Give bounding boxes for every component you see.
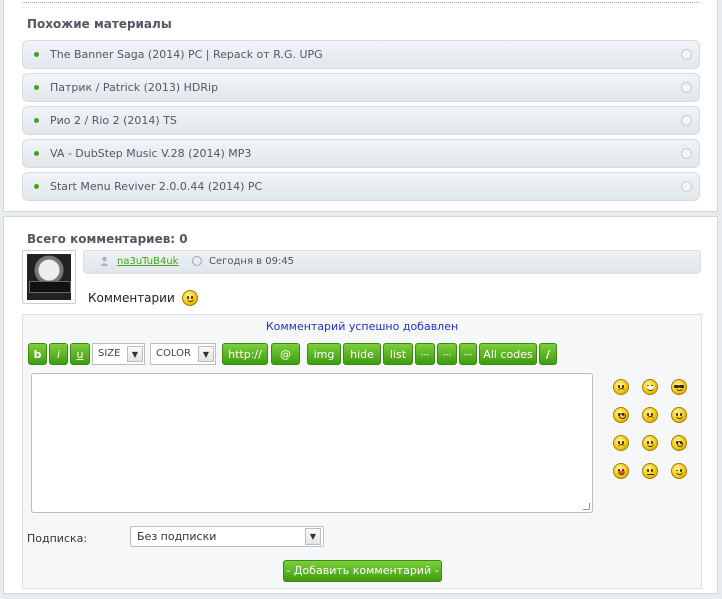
smile-smiley-icon[interactable]	[671, 407, 687, 423]
divider	[22, 2, 699, 3]
color-select-value: COLOR	[156, 348, 191, 359]
similar-item-link[interactable]: Start Menu Reviver 2.0.0.44 (2014) PC	[50, 180, 262, 193]
cry-smiley-icon[interactable]	[642, 407, 658, 423]
subscription-select-value: Без подписки	[137, 530, 217, 543]
img-button[interactable]: img	[307, 343, 341, 365]
bullet-icon	[34, 85, 39, 90]
chevron-down-icon: ▼	[127, 346, 143, 362]
sad-smiley-icon[interactable]	[613, 435, 629, 451]
similar-item[interactable]: Start Menu Reviver 2.0.0.44 (2014) PC	[22, 172, 700, 201]
underline-button[interactable]: u	[70, 343, 90, 365]
http-button[interactable]: http://	[222, 343, 268, 365]
similar-item[interactable]: The Banner Saga (2014) PC | Repack от R.…	[22, 40, 700, 69]
bullet-icon	[34, 151, 39, 156]
cool-smiley-icon[interactable]	[671, 379, 687, 395]
subscription-label: Подписка:	[27, 532, 88, 545]
email-button[interactable]: @	[271, 343, 300, 365]
wink-smiley-icon[interactable]	[671, 463, 687, 479]
similar-item-link[interactable]: Патрик / Patrick (2013) HDRip	[50, 81, 218, 94]
clock-icon	[192, 256, 202, 266]
circle-icon	[681, 148, 692, 159]
italic-button[interactable]: i	[49, 343, 68, 365]
bullet-icon	[34, 184, 39, 189]
similar-item-link[interactable]: Рио 2 / Rio 2 (2014) TS	[50, 114, 177, 127]
success-message: Комментарий успешно добавлен	[265, 320, 459, 333]
user-icon	[100, 256, 109, 266]
similar-title: Похожие материалы	[27, 17, 172, 31]
all-codes-button[interactable]: All codes	[479, 343, 537, 365]
avatar-image	[27, 254, 71, 300]
chevron-down-icon: ▼	[305, 528, 321, 545]
color-select[interactable]: COLOR ▼	[150, 343, 216, 365]
circle-icon	[681, 49, 692, 60]
subscription-select[interactable]: Без подписки ▼	[130, 526, 324, 547]
angry-smiley-icon[interactable]	[613, 379, 629, 395]
bullet-icon	[34, 52, 39, 57]
comment-textarea[interactable]	[31, 373, 593, 513]
close-tags-button[interactable]: /	[539, 343, 557, 365]
similar-item-link[interactable]: The Banner Saga (2014) PC | Repack от R.…	[50, 48, 323, 61]
happy-smiley-icon[interactable]	[642, 435, 658, 451]
extra-button-3[interactable]: ---	[459, 343, 477, 365]
list-button[interactable]: list	[383, 343, 413, 365]
similar-materials-panel: Похожие материалы The Banner Saga (2014)…	[3, 0, 718, 212]
similar-item[interactable]: Патрик / Patrick (2013) HDRip	[22, 73, 700, 102]
laugh-smiley-icon[interactable]	[642, 379, 658, 395]
comment-author-link[interactable]: na3uTuB4uk	[117, 256, 178, 267]
similar-item[interactable]: Рио 2 / Rio 2 (2014) TS	[22, 106, 700, 135]
tongue-smiley-icon[interactable]	[613, 463, 629, 479]
comments-panel: Всего комментариев: 0 na3uTuB4uk Сегодня…	[3, 216, 718, 594]
bullet-icon	[34, 118, 39, 123]
add-comment-button[interactable]: - Добавить комментарий -	[283, 560, 442, 582]
confused-smiley-icon[interactable]	[642, 463, 658, 479]
extra-button-2[interactable]: ---	[437, 343, 457, 365]
comment-body: Комментарии	[88, 286, 198, 306]
comment-text: Комментарии	[88, 291, 175, 305]
similar-item-link[interactable]: VA - DubStep Music V.28 (2014) MP3	[50, 147, 251, 160]
smile-icon	[181, 290, 198, 306]
size-select[interactable]: SIZE ▼	[92, 343, 145, 365]
avatar-sign	[29, 281, 71, 293]
shocked-smiley-icon[interactable]	[613, 407, 629, 423]
avatar[interactable]	[22, 250, 76, 304]
comments-count-title: Всего комментариев: 0	[27, 232, 188, 246]
circle-icon	[681, 181, 692, 192]
hide-button[interactable]: hide	[343, 343, 381, 365]
surprised-smiley-icon[interactable]	[671, 435, 687, 451]
resize-handle-icon[interactable]	[583, 503, 590, 510]
extra-button-1[interactable]: ---	[415, 343, 435, 365]
chevron-down-icon: ▼	[198, 346, 214, 362]
circle-icon	[681, 115, 692, 126]
comment-time: Сегодня в 09:45	[209, 256, 295, 267]
bold-button[interactable]: b	[28, 343, 47, 365]
comment-meta-bar: na3uTuB4uk Сегодня в 09:45	[83, 250, 701, 274]
similar-item[interactable]: VA - DubStep Music V.28 (2014) MP3	[22, 139, 700, 168]
circle-icon	[681, 82, 692, 93]
size-select-value: SIZE	[98, 348, 121, 359]
comment-form: Комментарий успешно добавлен b i u SIZE …	[22, 314, 702, 589]
